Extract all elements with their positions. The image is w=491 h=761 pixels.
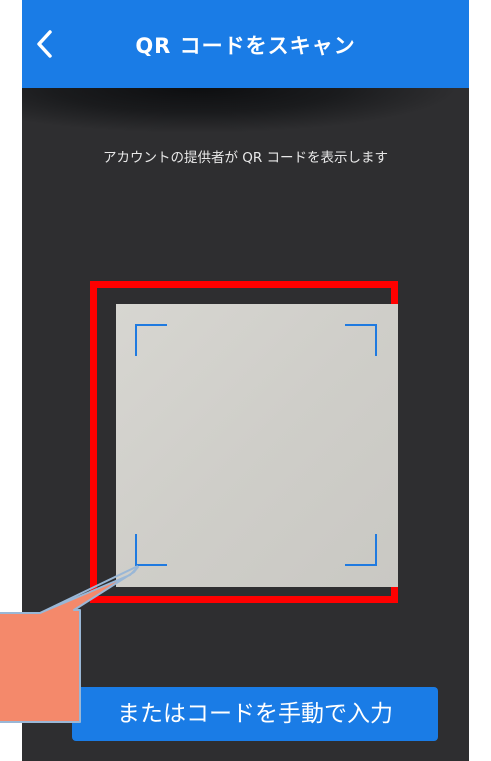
page-title: QR コードをスキャン <box>135 34 356 58</box>
qr-scan-screen: QR コードをスキャン アカウントの提供者が QR コードを表示します またはコ… <box>22 0 469 761</box>
manual-entry-button[interactable]: またはコードを手動で入力 <box>72 687 438 741</box>
scan-corner-top-right-icon <box>345 324 377 356</box>
scan-corner-bottom-left-icon <box>135 534 167 566</box>
scan-instruction: アカウントの提供者が QR コードを表示します <box>102 150 389 166</box>
scan-corner-bottom-right-icon <box>345 534 377 566</box>
scan-corner-top-left-icon <box>135 324 167 356</box>
camera-preview-shadow <box>22 88 469 148</box>
header-bar: QR コードをスキャン <box>22 0 469 88</box>
